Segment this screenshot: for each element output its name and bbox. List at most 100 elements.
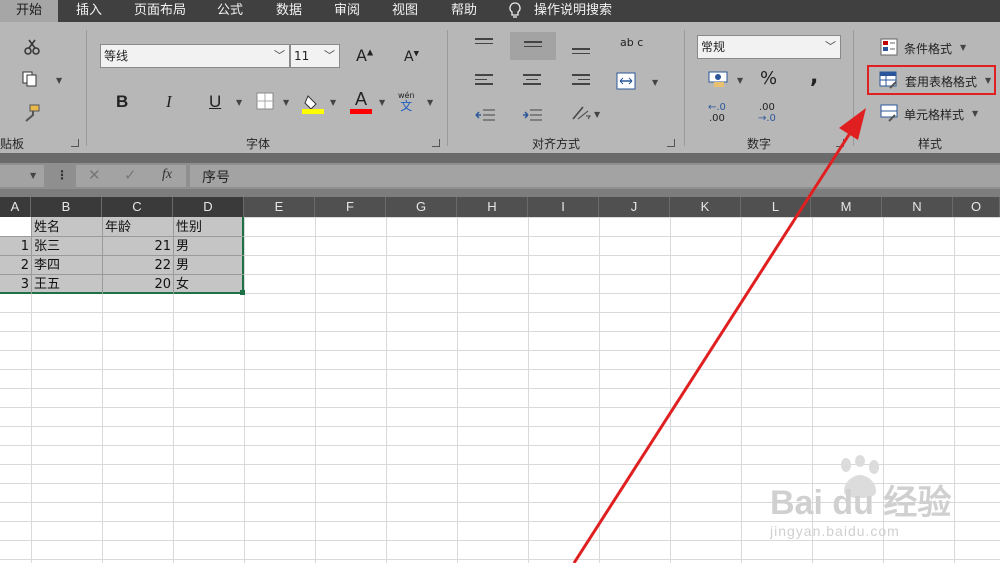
bottom-align-icon[interactable] — [572, 48, 590, 57]
format-as-table-label: 套用表格格式 — [905, 75, 978, 89]
alignment-launcher-icon[interactable] — [667, 139, 675, 147]
italic-button[interactable]: I — [166, 93, 172, 110]
format-painter-icon[interactable] — [22, 104, 42, 125]
conditional-formatting-button[interactable]: 条件格式 ▼ — [878, 38, 998, 58]
underline-dropdown-icon[interactable]: ▼ — [236, 98, 242, 107]
tell-me-search[interactable]: 操作说明搜索 — [534, 0, 612, 22]
active-cell[interactable] — [0, 217, 31, 236]
column-header-l[interactable]: L — [741, 197, 811, 217]
accounting-dropdown-icon[interactable]: ▼ — [737, 76, 743, 85]
cell-c4[interactable]: 20 — [102, 275, 171, 294]
cell-styles-button[interactable]: 单元格样式 ▼ — [878, 104, 998, 124]
grow-font-button[interactable]: A▲ — [356, 48, 373, 64]
cell-d4[interactable]: 女 — [176, 275, 189, 294]
column-header-g[interactable]: G — [386, 197, 457, 217]
align-right-icon[interactable] — [572, 74, 590, 88]
borders-dropdown-icon[interactable]: ▼ — [283, 98, 289, 107]
decrease-indent-icon[interactable] — [475, 108, 495, 125]
more-options-icon[interactable]: ⋮ — [56, 168, 68, 182]
column-header-f[interactable]: F — [315, 197, 386, 217]
cell-a2[interactable]: 1 — [0, 237, 29, 256]
tab-view[interactable]: 视图 — [392, 0, 418, 22]
fill-handle[interactable] — [240, 290, 245, 295]
cell-d3[interactable]: 男 — [176, 256, 189, 275]
comma-style-button[interactable]: , — [810, 66, 818, 88]
font-color-dropdown-icon[interactable]: ▼ — [379, 98, 385, 107]
number-launcher-icon[interactable] — [836, 139, 844, 147]
cell-b1[interactable]: 姓名 — [34, 218, 60, 237]
column-header-i[interactable]: I — [528, 197, 599, 217]
font-launcher-icon[interactable] — [432, 139, 440, 147]
column-header-o[interactable]: O — [953, 197, 1000, 217]
tab-help[interactable]: 帮助 — [451, 0, 477, 22]
lightbulb-icon — [508, 0, 526, 22]
accounting-format-icon[interactable] — [708, 70, 730, 91]
tab-review[interactable]: 审阅 — [334, 0, 360, 22]
fill-color-icon[interactable] — [302, 92, 324, 117]
chevron-down-icon: ▼ — [985, 76, 992, 85]
copy-icon[interactable] — [20, 70, 40, 91]
cell-b2[interactable]: 张三 — [34, 237, 60, 256]
ribbon: ▼ 贴板 等线 ﹀ 11 ﹀ A▲ A▼ B I U ▼ ▼ ▼ A ▼ wén… — [0, 22, 1000, 153]
phonetic-dropdown-icon[interactable]: ▼ — [427, 98, 433, 107]
column-header-row: A B C D E F G H I J K L M N O — [0, 197, 1000, 217]
column-header-d[interactable]: D — [173, 197, 244, 217]
orientation-icon[interactable]: ab c — [620, 37, 643, 48]
cell-c3[interactable]: 22 — [102, 256, 171, 275]
column-header-c[interactable]: C — [102, 197, 173, 217]
tab-page-layout[interactable]: 页面布局 — [134, 0, 186, 22]
insert-function-icon[interactable]: fx — [162, 167, 172, 183]
name-box[interactable]: ▼ — [0, 165, 44, 187]
merge-center-icon[interactable] — [616, 72, 636, 93]
cell-a3[interactable]: 2 — [0, 256, 29, 275]
column-header-a[interactable]: A — [0, 197, 31, 217]
cell-c1[interactable]: 年龄 — [105, 218, 131, 237]
column-header-n[interactable]: N — [882, 197, 953, 217]
column-header-k[interactable]: K — [670, 197, 741, 217]
copy-dropdown-icon[interactable]: ▼ — [56, 76, 62, 85]
percent-style-button[interactable]: % — [760, 70, 777, 88]
formula-input[interactable]: 序号 — [190, 165, 1000, 187]
cell-a4[interactable]: 3 — [0, 275, 29, 294]
font-color-icon[interactable]: A — [350, 90, 372, 114]
align-center-icon[interactable] — [523, 74, 541, 88]
group-separator — [684, 30, 685, 146]
increase-indent-icon[interactable] — [522, 108, 542, 125]
column-header-h[interactable]: H — [457, 197, 528, 217]
column-header-m[interactable]: M — [811, 197, 882, 217]
column-header-j[interactable]: J — [599, 197, 670, 217]
number-format-combo[interactable]: 常规 ﹀ — [697, 35, 841, 59]
tab-data[interactable]: 数据 — [276, 0, 302, 22]
align-left-icon[interactable] — [475, 74, 493, 88]
increase-decimal-button[interactable]: ←.0.00 — [708, 102, 726, 124]
text-direction-dropdown-icon[interactable]: ▼ — [594, 110, 600, 119]
top-align-icon[interactable] — [475, 38, 493, 47]
fill-color-dropdown-icon[interactable]: ▼ — [330, 98, 336, 107]
tab-formulas[interactable]: 公式 — [217, 0, 243, 22]
clipboard-launcher-icon[interactable] — [71, 139, 79, 147]
tab-insert[interactable]: 插入 — [76, 0, 102, 22]
middle-align-button[interactable] — [510, 32, 556, 60]
font-name-combo[interactable]: 等线 ﹀ — [100, 44, 290, 68]
cell-b4[interactable]: 王五 — [34, 275, 60, 294]
enter-check-icon[interactable]: ✓ — [124, 166, 137, 184]
underline-button[interactable]: U — [209, 93, 221, 110]
column-header-b[interactable]: B — [31, 197, 102, 217]
cancel-icon[interactable]: ✕ — [88, 166, 101, 184]
borders-icon[interactable] — [256, 92, 274, 113]
font-size-combo[interactable]: 11 ﹀ — [290, 44, 340, 68]
phonetic-guide-button[interactable]: wén 文 — [398, 92, 415, 113]
merge-dropdown-icon[interactable]: ▼ — [652, 78, 658, 87]
cell-b3[interactable]: 李四 — [34, 256, 60, 275]
tab-home[interactable]: 开始 — [0, 0, 58, 22]
format-as-table-button[interactable]: 套用表格格式 ▼ — [867, 65, 996, 95]
cell-d2[interactable]: 男 — [176, 237, 189, 256]
shrink-font-button[interactable]: A▼ — [404, 50, 419, 64]
cell-c2[interactable]: 21 — [102, 237, 171, 256]
column-header-e[interactable]: E — [244, 197, 315, 217]
cut-icon[interactable] — [22, 38, 42, 59]
cell-d1[interactable]: 性别 — [176, 218, 202, 237]
decrease-decimal-button[interactable]: .00 →.0 — [758, 102, 776, 124]
text-direction-icon[interactable] — [570, 104, 592, 125]
bold-button[interactable]: B — [116, 93, 128, 110]
